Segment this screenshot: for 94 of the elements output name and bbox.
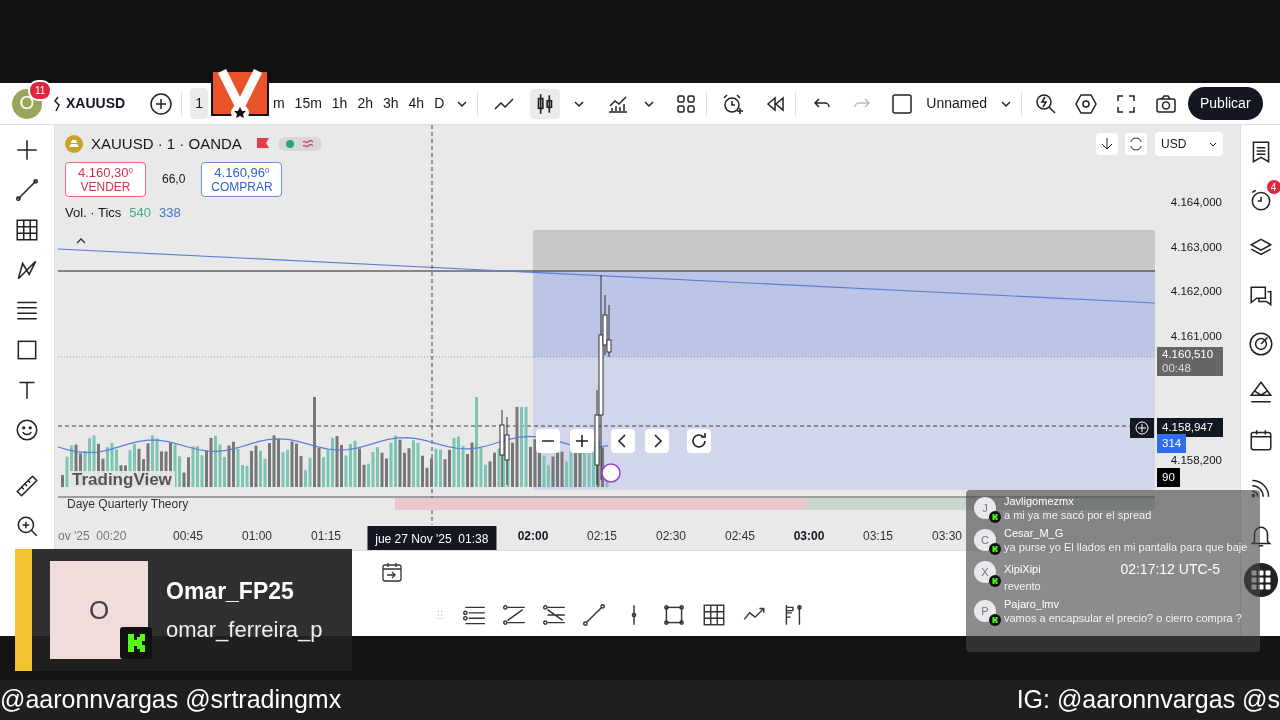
chat-username: XipiXipi: [1004, 562, 1041, 577]
price-label: 4.163,000: [1170, 239, 1222, 255]
crosshair-price-tag: 4.158,947: [1157, 417, 1223, 438]
time-label: 00:45: [173, 528, 203, 545]
spread-value: 66,0: [162, 171, 186, 189]
calendar-goto-icon[interactable]: [380, 560, 404, 584]
chat-username: Pajaro_lmv: [1004, 598, 1060, 612]
platform-badge-icon: [989, 614, 1001, 627]
trend-line-icon[interactable]: [14, 177, 40, 203]
status-dot-icon: [285, 140, 294, 149]
interval-tab[interactable]: 3h: [378, 88, 404, 119]
price-label: 4.158,200: [1170, 453, 1222, 469]
candlestick-icon[interactable]: [530, 88, 561, 119]
line-tool-icon[interactable]: [581, 601, 607, 628]
time-label: 02:30: [656, 528, 686, 545]
publish-button[interactable]: Publicar: [1187, 87, 1263, 120]
time-label: 02:00: [517, 528, 549, 545]
sell-button[interactable]: 4.160,30$^{0}$ VENDER: [65, 161, 146, 198]
buy-button[interactable]: 4.160,96$^{0}$ COMPRAR: [201, 161, 283, 198]
chat-username: Javligomezmx: [1004, 495, 1074, 509]
time-label: 02:45: [725, 528, 755, 545]
brand-watermark: TradingView: [69, 471, 175, 490]
time-label: 03:15: [863, 528, 893, 545]
price-label: 4.162,000: [1170, 284, 1222, 299]
platform-badge-icon: [120, 627, 152, 659]
caret-icon: [1209, 140, 1217, 148]
alarm-add-icon[interactable]: [721, 91, 746, 116]
time-label: 01:00: [242, 528, 272, 545]
hexagon-settings-icon[interactable]: [1073, 91, 1098, 116]
time-label: 03:00: [793, 528, 825, 545]
quick-search-icon[interactable]: [1033, 91, 1058, 116]
zoom-out-icon[interactable]: [536, 429, 560, 453]
last-price-tag: 4.160,510 00:48: [1157, 347, 1223, 376]
target-icon[interactable]: [1247, 331, 1274, 357]
wave-icon: [301, 139, 314, 150]
sync-icon[interactable]: [1125, 133, 1147, 155]
chat-message: vamos a encapsular el precio? o cierro compra ?: [1004, 611, 1242, 625]
download-icon[interactable]: [1096, 133, 1118, 155]
avatar-initial: O: [88, 593, 110, 627]
symbol-search[interactable]: XAUUSD: [66, 93, 126, 114]
price-label: 4.161,000: [1170, 328, 1222, 344]
volume-label: Vol. · Tics: [65, 204, 122, 223]
currency-select[interactable]: USD: [1155, 132, 1223, 156]
crosshair-icon[interactable]: [14, 137, 40, 163]
coin-icon: [65, 135, 83, 154]
interval-tab[interactable]: m: [267, 88, 290, 119]
smiley-icon[interactable]: [14, 417, 40, 443]
interval-tab[interactable]: 4h: [403, 88, 430, 119]
platform-badge-icon: [989, 511, 1001, 523]
ruler-icon[interactable]: [14, 473, 40, 499]
alert-count-badge: 4: [1265, 179, 1280, 195]
chat-message: revento: [1004, 579, 1041, 594]
ideas-icon[interactable]: [1247, 379, 1274, 405]
time-label: 01:15: [311, 528, 341, 545]
ticker-text: IG: @aaronnvargas @s: [1016, 684, 1280, 716]
interval-tab[interactable]: 2h: [352, 88, 378, 119]
apps-icon[interactable]: [1243, 563, 1278, 597]
chart-title[interactable]: XAUUSD · 1 · OANDA: [91, 133, 242, 156]
collapse-icon[interactable]: [76, 238, 86, 244]
interval-tab[interactable]: 1: [190, 88, 208, 119]
checkbox-icon[interactable]: [890, 91, 915, 116]
streamer-name: Omar_FP25: [166, 577, 295, 607]
grid-tool-icon[interactable]: [14, 217, 40, 243]
add-level-icon[interactable]: [1130, 417, 1154, 438]
interval-tab[interactable]: 15m: [289, 88, 327, 119]
volume-up-tag: 314: [1157, 434, 1187, 454]
calendar-icon[interactable]: [1247, 427, 1274, 453]
time-label: ov '25 00:20: [58, 528, 127, 545]
add-symbol-icon[interactable]: [149, 91, 174, 116]
price-label: 4.164,000: [1170, 195, 1222, 210]
zoom-in-icon[interactable]: [570, 429, 594, 453]
crosshair-time-tag: jue 27 Nov '25 01:38: [367, 526, 497, 550]
volume-down-value: 338: [159, 204, 181, 223]
platform-badge-icon: [989, 542, 1001, 555]
volume-up-value: 540: [129, 204, 152, 223]
indicator-name: Daye Quarterly Theory: [67, 498, 189, 510]
scroll-right-icon[interactable]: [645, 429, 669, 453]
volume-down-tag: 90: [1157, 468, 1180, 488]
chat-message: ya purse yo El llados en mi pantalla para que baje: [1004, 540, 1248, 554]
chat-message: a mi ya me sacó por el spread: [1004, 508, 1152, 522]
interval-tab[interactable]: D: [429, 88, 450, 119]
squiggle-icon: [52, 95, 62, 112]
chat-timestamp: 02:17:12 UTC-5: [1120, 559, 1220, 579]
streamer-handle: omar_ferreira_p: [166, 615, 323, 644]
platform-badge-icon: [989, 574, 1001, 587]
chat-username: Cesar_M_G: [1004, 526, 1064, 541]
interval-tab[interactable]: 1h: [326, 88, 353, 119]
time-label: 03:30: [932, 528, 962, 545]
reset-icon[interactable]: [687, 429, 711, 453]
market-status-pill[interactable]: [277, 137, 322, 152]
scroll-left-icon[interactable]: [611, 429, 635, 453]
time-label: 02:15: [587, 528, 617, 545]
layout-name[interactable]: Unnamed: [926, 93, 987, 114]
ticker-text: @aaronnvargas @srtradingmx: [0, 684, 342, 716]
